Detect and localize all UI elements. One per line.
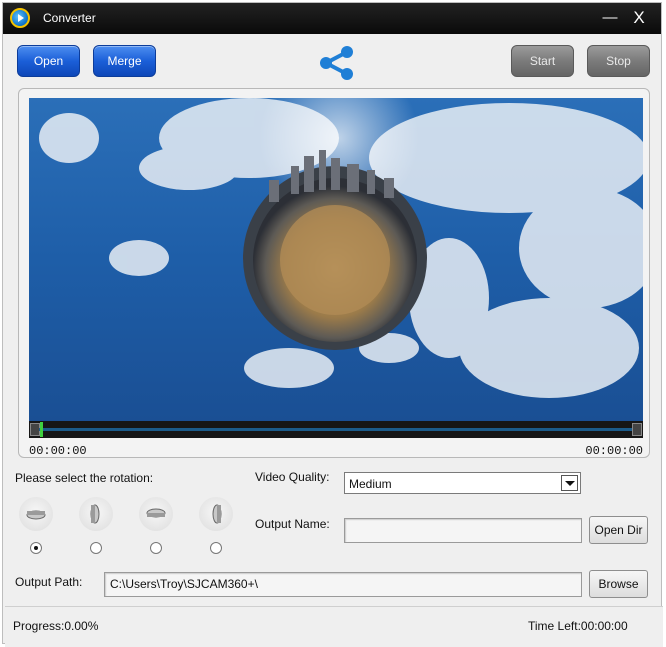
minimize-button[interactable]: — [601, 9, 619, 27]
rotation-top-radio[interactable] [30, 542, 42, 554]
video-quality-label: Video Quality: [255, 470, 330, 484]
progress-text: Progress:0.00% [13, 619, 99, 633]
total-time: 00:00:00 [585, 444, 643, 458]
rotation-left-icon[interactable] [79, 497, 113, 531]
seek-track [39, 428, 633, 431]
browse-button[interactable]: Browse [589, 570, 648, 598]
title-bar[interactable]: Converter — X [3, 3, 661, 34]
time-left-text: Time Left:00:00:00 [528, 619, 628, 633]
window-title: Converter [43, 11, 96, 25]
video-quality-value: Medium [349, 477, 392, 491]
chevron-down-icon[interactable] [561, 475, 578, 491]
output-name-field[interactable] [344, 518, 582, 543]
stop-button[interactable]: Stop [587, 45, 650, 77]
output-path-label: Output Path: [15, 575, 83, 589]
video-preview[interactable] [29, 98, 643, 421]
rotation-right-radio[interactable] [210, 542, 222, 554]
app-logo-icon [10, 8, 30, 28]
rotation-left-radio[interactable] [90, 542, 102, 554]
merge-button[interactable]: Merge [93, 45, 156, 77]
seek-thumb[interactable] [40, 422, 43, 437]
output-path-value: C:\Users\Troy\SJCAM360+\ [110, 577, 258, 591]
rotation-right-icon[interactable] [199, 497, 233, 531]
rotation-label: Please select the rotation: [15, 471, 154, 485]
video-quality-select[interactable]: Medium [344, 472, 581, 494]
rotation-bottom-radio[interactable] [150, 542, 162, 554]
rotation-bottom-icon[interactable] [139, 497, 173, 531]
current-time: 00:00:00 [29, 444, 87, 458]
video-panel: 00:00:00 00:00:00 [18, 88, 650, 458]
output-name-label: Output Name: [255, 517, 330, 531]
status-bar: Progress:0.00% Time Left:00:00:00 [5, 607, 663, 647]
open-button[interactable]: Open [17, 45, 80, 77]
output-path-field[interactable]: C:\Users\Troy\SJCAM360+\ [104, 572, 582, 597]
start-button[interactable]: Start [511, 45, 574, 77]
seek-bar[interactable] [29, 421, 643, 438]
close-button[interactable]: X [630, 9, 648, 27]
open-dir-button[interactable]: Open Dir [589, 516, 648, 544]
share-icon[interactable] [317, 43, 357, 83]
trim-end-handle[interactable] [632, 423, 642, 436]
converter-window: Converter — X Open Merge Start Stop 00:0… [2, 2, 663, 647]
rotation-top-icon[interactable] [19, 497, 53, 531]
